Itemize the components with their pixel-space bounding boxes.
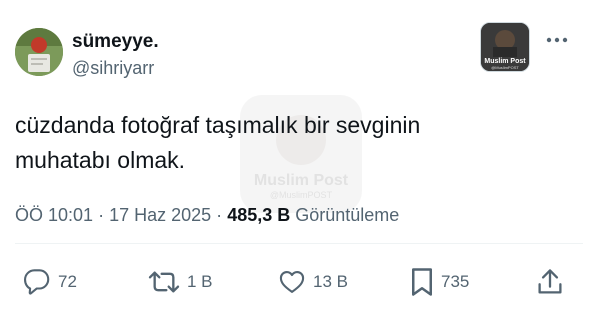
badge-handle: @MuslimPOST: [491, 65, 519, 70]
more-options-button[interactable]: [544, 30, 570, 50]
tweet-meta: ÖÖ 10:01 · 17 Haz 2025 · 485,3 B Görüntü…: [15, 205, 399, 226]
meta-separator: ·: [98, 205, 105, 225]
repost-count: 1 B: [187, 272, 213, 291]
tweet-time[interactable]: ÖÖ 10:01: [15, 205, 93, 225]
muslim-post-badge: Muslim Post @MuslimPOST: [480, 22, 530, 72]
views-count[interactable]: 485,3 B: [227, 205, 290, 225]
reply-icon: [23, 269, 50, 295]
like-count: 13 B: [313, 272, 348, 291]
reply-count: 72: [58, 272, 77, 291]
watermark-handle: @MuslimPOST: [270, 190, 333, 200]
tweet-text-line: cüzdanda fotoğraf taşımalık bir sevginin: [15, 112, 421, 138]
like-button[interactable]: 13 B: [277, 266, 348, 298]
author-name[interactable]: sümeyye.: [72, 31, 159, 53]
avatar[interactable]: [15, 28, 63, 76]
share-icon: [538, 269, 562, 294]
share-button[interactable]: [536, 266, 564, 298]
reply-button[interactable]: 72: [22, 266, 77, 298]
tweet-text: cüzdanda fotoğraf taşımalık bir sevginin…: [15, 108, 535, 178]
heart-icon: [279, 271, 305, 293]
repost-button[interactable]: 1 B: [147, 266, 213, 298]
tweet-card: sümeyye. @sihriyarr Muslim Post @MuslimP…: [0, 0, 598, 313]
bookmark-button[interactable]: 735: [409, 266, 469, 298]
bookmark-count: 735: [441, 272, 470, 291]
tweet-date[interactable]: 17 Haz 2025: [109, 205, 211, 225]
views-label: Görüntüleme: [295, 205, 400, 225]
tweet-text-line: muhatabı olmak.: [15, 147, 186, 173]
meta-separator: ·: [216, 205, 223, 225]
repost-icon: [148, 271, 180, 293]
bookmark-icon: [412, 268, 432, 296]
divider: [15, 243, 583, 244]
badge-name: Muslim Post: [484, 58, 526, 65]
more-dots-icon: [546, 37, 568, 43]
author-handle[interactable]: @sihriyarr: [72, 58, 154, 79]
